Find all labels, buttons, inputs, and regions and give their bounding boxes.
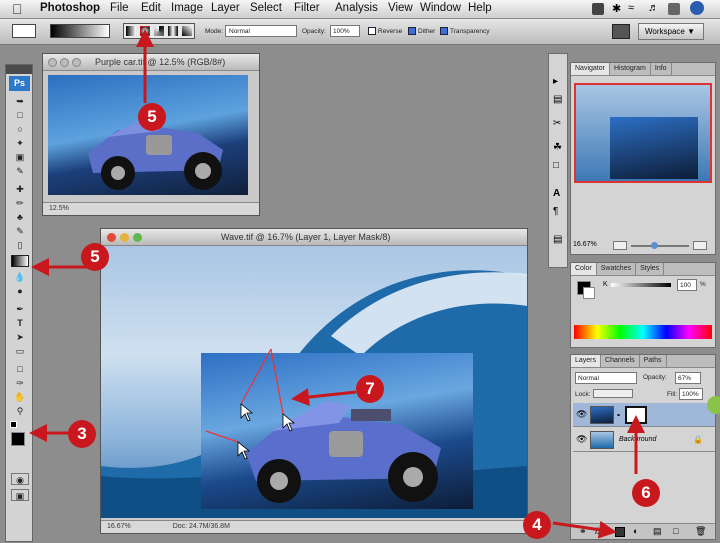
callout-arrows <box>29 29 720 539</box>
callout-badge-5-left: 5 <box>81 243 109 271</box>
callout-badge-3: 3 <box>68 420 96 448</box>
green-callout-edge <box>707 396 720 414</box>
callout-badge-5-top: 5 <box>138 103 166 131</box>
callout-badge-6: 6 <box>632 479 660 507</box>
callout-badge-4: 4 <box>523 511 551 539</box>
callout-badge-7: 7 <box>356 375 384 403</box>
